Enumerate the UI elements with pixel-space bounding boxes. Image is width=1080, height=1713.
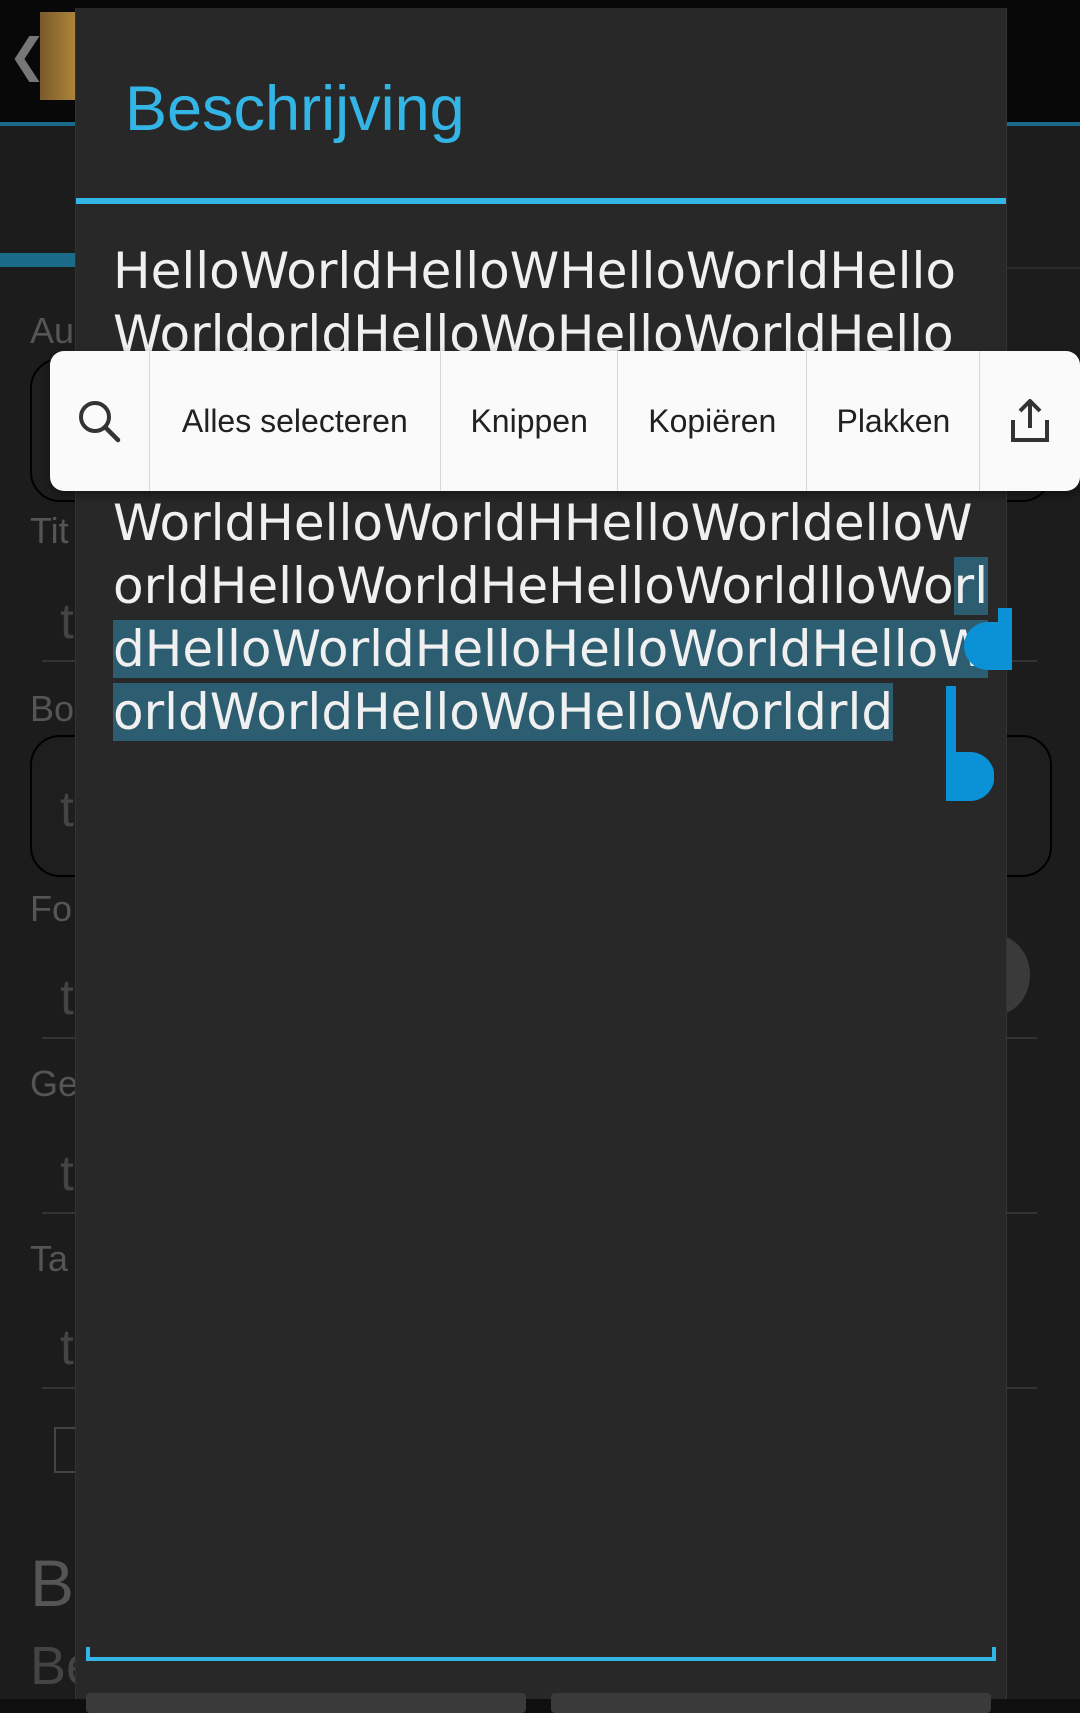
input-underline bbox=[86, 1657, 996, 1661]
selection-start-handle[interactable] bbox=[964, 608, 1012, 670]
title-divider bbox=[76, 198, 1006, 204]
underline-tick bbox=[86, 1647, 90, 1661]
cut-button[interactable]: Knippen bbox=[441, 351, 619, 491]
book-input-placeholder: t bbox=[60, 781, 74, 837]
field-label-genre: Ge bbox=[30, 1063, 79, 1104]
text-selected: rl bbox=[953, 557, 989, 615]
field-label-title: Tit bbox=[30, 510, 69, 551]
field-label-tags: Ta bbox=[30, 1238, 69, 1279]
select-all-button[interactable]: Alles selecteren bbox=[150, 351, 442, 491]
search-icon bbox=[79, 401, 121, 443]
text-line: orldWorldHelloWoHelloWorldrld bbox=[113, 681, 975, 744]
field-label-format: Fo bbox=[30, 888, 73, 929]
dialog-ok-button[interactable] bbox=[551, 1693, 991, 1713]
text-line: HelloWorldHelloWHelloWorldHello bbox=[113, 242, 956, 300]
text-selection-toolbar: Alles selecteren Knippen Kopiëren Plakke… bbox=[50, 351, 1080, 491]
share-icon bbox=[1011, 399, 1050, 442]
format-input-placeholder[interactable]: t bbox=[60, 968, 74, 1026]
underline-tick bbox=[992, 1647, 996, 1661]
text-selected: orldWorldHelloWoHelloWorldrld bbox=[113, 683, 894, 741]
text-unselected: orldHelloWorldHeHelloWorldlloWo bbox=[113, 557, 954, 615]
text-line: dHelloWorldHelloHelloWorldHelloW bbox=[113, 618, 988, 681]
tab-divider bbox=[1000, 267, 1080, 269]
genre-input-placeholder[interactable]: t bbox=[60, 1144, 74, 1202]
search-button[interactable] bbox=[50, 351, 150, 491]
text-line: orldHelloWorldHeHelloWorldlloWorl bbox=[113, 555, 989, 618]
paste-button[interactable]: Plakken bbox=[807, 351, 981, 491]
text-line: WorldHelloWorldHHelloWorldelloW bbox=[113, 494, 973, 552]
field-label-book: Bo bbox=[30, 688, 75, 729]
share-button[interactable] bbox=[980, 351, 1080, 491]
dialog-title: Beschrijving bbox=[125, 74, 465, 144]
tags-input-placeholder[interactable]: t bbox=[60, 1318, 74, 1376]
title-input-placeholder[interactable]: t bbox=[60, 592, 74, 650]
field-label-author: Au bbox=[30, 310, 75, 351]
copy-button[interactable]: Kopiëren bbox=[618, 351, 808, 491]
selection-end-handle[interactable] bbox=[946, 686, 994, 801]
app-logo-icon bbox=[40, 12, 80, 100]
description-dialog: Beschrijving HelloWorldHelloWHelloWorldH… bbox=[75, 8, 1012, 1713]
text-selected: dHelloWorldHelloHelloWorldHelloW bbox=[113, 620, 988, 678]
dialog-cancel-button[interactable] bbox=[86, 1693, 526, 1713]
description-text-area[interactable]: HelloWorldHelloWHelloWorldHello Worldorl… bbox=[113, 240, 989, 744]
